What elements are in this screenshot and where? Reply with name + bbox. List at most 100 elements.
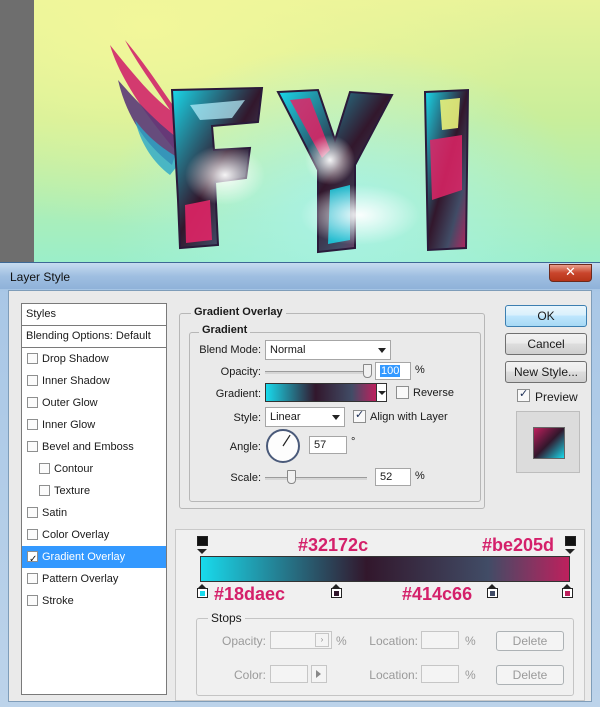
style-item-checkbox[interactable] bbox=[39, 485, 50, 496]
dialog-titlebar[interactable]: Layer Style ✕ bbox=[0, 263, 600, 289]
stop-opacity-label: Opacity: bbox=[221, 634, 266, 648]
cancel-button[interactable]: Cancel bbox=[505, 333, 587, 355]
style-value: Linear bbox=[270, 411, 301, 423]
style-item[interactable]: Texture bbox=[22, 480, 166, 502]
hex-label-bottom-mid: #414c66 bbox=[402, 584, 473, 604]
color-stop-swatch bbox=[334, 591, 339, 596]
style-item-checkbox[interactable] bbox=[39, 463, 50, 474]
opacity-slider-thumb[interactable] bbox=[363, 364, 372, 378]
stop-color-swatch[interactable] bbox=[270, 665, 308, 683]
reverse-label: Reverse bbox=[413, 387, 454, 399]
color-stop-3[interactable] bbox=[487, 584, 498, 598]
preview-swatch bbox=[533, 427, 565, 459]
preview-checkbox[interactable]: ✓ bbox=[517, 387, 530, 402]
style-item-checkbox[interactable] bbox=[27, 573, 38, 584]
stop-opacity-input[interactable]: › bbox=[270, 631, 332, 649]
chevron-down-icon bbox=[378, 391, 386, 395]
ok-button[interactable]: OK bbox=[505, 305, 587, 327]
style-items: Drop Shadow Inner Shadow Outer Glow Inner G… bbox=[22, 348, 166, 612]
style-item-checkbox[interactable] bbox=[27, 375, 38, 386]
style-item-checkbox[interactable] bbox=[27, 595, 38, 606]
style-item-label: Texture bbox=[54, 485, 91, 497]
blend-mode-label: Blend Mode: bbox=[199, 344, 261, 356]
opacity-slider-track[interactable] bbox=[265, 371, 367, 374]
style-item-label: Pattern Overlay bbox=[42, 573, 119, 585]
stop-opacity-location-input[interactable] bbox=[421, 631, 459, 649]
reverse-checkbox[interactable] bbox=[396, 386, 409, 399]
opacity-input[interactable]: 100 bbox=[375, 362, 411, 380]
new-style-button[interactable]: New Style... bbox=[505, 361, 587, 383]
style-item-checkbox[interactable] bbox=[27, 419, 38, 430]
blending-options[interactable]: Blending Options: Default bbox=[22, 326, 166, 348]
style-item[interactable]: Contour bbox=[22, 458, 166, 480]
styles-header[interactable]: Styles bbox=[22, 304, 166, 326]
style-item[interactable]: Stroke bbox=[22, 590, 166, 612]
color-stop-4[interactable] bbox=[562, 584, 573, 598]
panel-title: Gradient Overlay bbox=[191, 306, 286, 318]
style-select[interactable]: Linear bbox=[265, 407, 345, 427]
close-button[interactable]: ✕ bbox=[549, 264, 592, 282]
angle-input[interactable]: 57 bbox=[309, 436, 347, 454]
opacity-value: 100 bbox=[380, 365, 401, 377]
style-item-label: Contour bbox=[54, 463, 94, 475]
style-item[interactable]: Outer Glow bbox=[22, 392, 166, 414]
scale-slider-thumb[interactable] bbox=[286, 470, 296, 484]
stop-opacity-location-unit: % bbox=[465, 634, 476, 648]
stop-color-location-label: Location: bbox=[369, 668, 418, 682]
style-item-checkbox[interactable] bbox=[27, 529, 38, 540]
chevron-down-icon bbox=[378, 348, 386, 353]
style-item-label: Stroke bbox=[42, 595, 74, 607]
chevron-right-icon[interactable]: › bbox=[315, 633, 329, 647]
style-item-label: Outer Glow bbox=[42, 397, 98, 409]
blend-mode-select[interactable]: Normal bbox=[265, 340, 391, 360]
angle-dial[interactable] bbox=[265, 428, 301, 464]
style-item-checkbox[interactable] bbox=[27, 353, 38, 364]
stop-color-menu[interactable] bbox=[311, 665, 327, 683]
scale-slider-track[interactable] bbox=[265, 477, 367, 480]
color-stop-1[interactable] bbox=[197, 584, 208, 598]
style-item[interactable]: Satin bbox=[22, 502, 166, 524]
align-with-layer-label: Align with Layer bbox=[370, 411, 448, 423]
style-item[interactable]: Inner Shadow bbox=[22, 370, 166, 392]
scale-input[interactable]: 52 bbox=[375, 468, 411, 486]
color-stop-2[interactable] bbox=[331, 584, 342, 598]
style-item-checkbox[interactable] bbox=[27, 397, 38, 408]
style-item-checkbox[interactable]: ✓ bbox=[27, 551, 38, 565]
stop-color-label: Color: bbox=[233, 668, 266, 682]
align-with-layer-checkbox[interactable]: ✓ bbox=[353, 408, 366, 423]
style-item-checkbox[interactable] bbox=[27, 441, 38, 452]
layer-style-dialog: Layer Style ✕ Styles Blending Options: D… bbox=[0, 262, 600, 707]
delete-color-stop-button[interactable]: Delete bbox=[496, 665, 564, 685]
scale-unit: % bbox=[415, 470, 425, 482]
opacity-stop-right[interactable] bbox=[565, 536, 576, 554]
stop-opacity-unit: % bbox=[336, 634, 347, 648]
preview-thumbnail bbox=[516, 411, 580, 473]
opacity-stop-left[interactable] bbox=[197, 536, 208, 554]
styles-list: Styles Blending Options: Default Drop Sh… bbox=[21, 303, 167, 695]
gradient-editor: #32172c #be205d #18daec #414c66 Stops Op… bbox=[175, 529, 585, 701]
opacity-unit: % bbox=[415, 364, 425, 376]
delete-opacity-stop-button[interactable]: Delete bbox=[496, 631, 564, 651]
style-item[interactable]: Drop Shadow bbox=[22, 348, 166, 370]
style-item[interactable]: Inner Glow bbox=[22, 414, 166, 436]
stop-color-location-input[interactable] bbox=[421, 665, 459, 683]
style-item[interactable]: Bevel and Emboss bbox=[22, 436, 166, 458]
gradient-label: Gradient: bbox=[215, 388, 261, 400]
style-item-label: Satin bbox=[42, 507, 68, 519]
gradient-picker[interactable] bbox=[265, 383, 377, 402]
style-item[interactable]: Color Overlay bbox=[22, 524, 166, 546]
style-item[interactable]: ✓ Gradient Overlay bbox=[22, 546, 166, 568]
stop-color-location-unit: % bbox=[465, 668, 476, 682]
dialog-body: Styles Blending Options: Default Drop Sh… bbox=[8, 290, 592, 702]
play-icon bbox=[316, 670, 321, 678]
gradient-group-title: Gradient bbox=[199, 324, 251, 336]
style-item-label: Inner Glow bbox=[42, 419, 96, 431]
style-item-label: Bevel and Emboss bbox=[42, 441, 134, 453]
checkmark-icon: ✓ bbox=[519, 387, 529, 400]
style-item[interactable]: Pattern Overlay bbox=[22, 568, 166, 590]
gradient-bar[interactable] bbox=[200, 556, 570, 582]
style-item-checkbox[interactable] bbox=[27, 507, 38, 518]
gradient-dropdown[interactable] bbox=[376, 383, 387, 402]
style-item-label: Color Overlay bbox=[42, 529, 110, 541]
checkmark-icon: ✓ bbox=[355, 408, 365, 421]
